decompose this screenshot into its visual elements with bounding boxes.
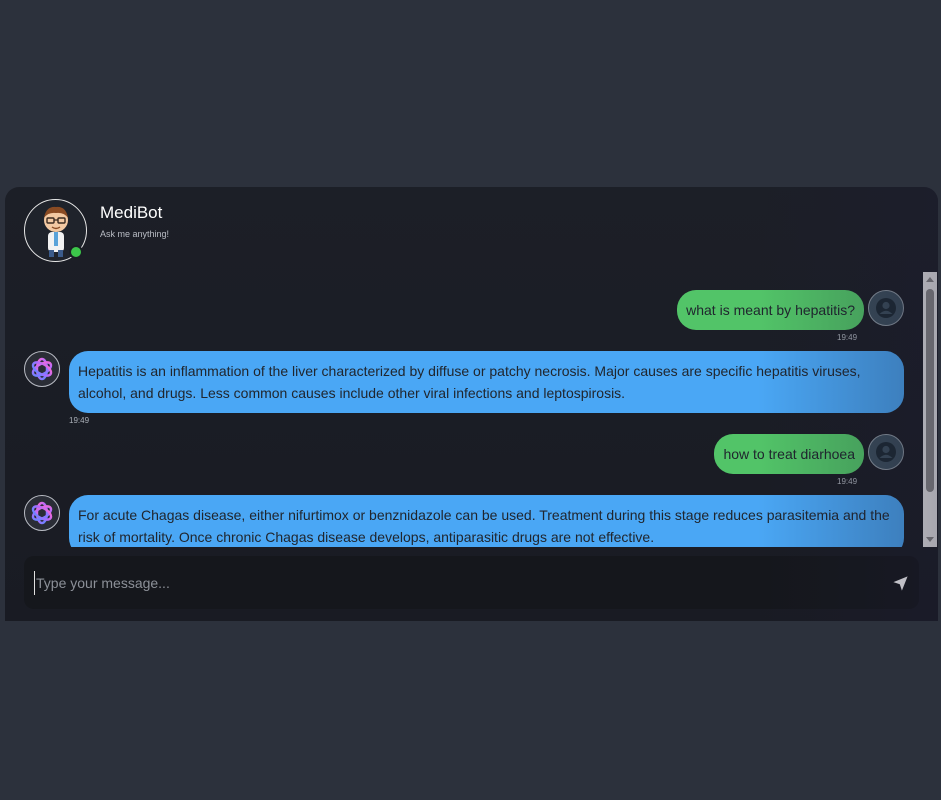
user-avatar (868, 434, 904, 470)
online-status-dot (69, 244, 83, 259)
message-scrollbar[interactable] (923, 272, 937, 547)
bot-message: For acute Chagas disease, either nifurti… (69, 495, 904, 547)
scroll-down-arrow-icon[interactable] (926, 537, 934, 542)
scroll-thumb[interactable] (926, 289, 934, 492)
message-timestamp: 19:49 (837, 333, 858, 342)
bot-avatar (24, 351, 60, 387)
bot-message-bubble: Hepatitis is an inflammation of the live… (69, 351, 904, 413)
user-message-bubble: what is meant by hepatitis? (677, 290, 864, 330)
bot-subtitle: Ask me anything! (100, 229, 170, 239)
chat-window: MediBot Ask me anything! what is meant b… (5, 187, 938, 621)
user-icon (876, 298, 896, 318)
user-icon (876, 442, 896, 462)
user-message: what is meant by hepatitis? (677, 290, 864, 330)
bot-message: Hepatitis is an inflammation of the live… (69, 351, 904, 413)
chat-header: MediBot Ask me anything! (24, 198, 169, 262)
user-message: how to treat diarhoea (714, 434, 864, 474)
ai-logo-icon (31, 357, 53, 381)
bot-avatar (24, 495, 60, 531)
message-list[interactable]: what is meant by hepatitis? 19:49 Hepati… (5, 272, 923, 547)
user-message-bubble: how to treat diarhoea (714, 434, 864, 474)
bot-name: MediBot (100, 203, 163, 222)
user-avatar (868, 290, 904, 326)
message-composer (24, 556, 919, 609)
send-icon (892, 575, 908, 591)
message-timestamp: 19:49 (837, 477, 858, 486)
ai-logo-icon (31, 501, 53, 525)
send-button[interactable] (889, 572, 911, 594)
scroll-up-arrow-icon[interactable] (926, 277, 934, 282)
message-input[interactable] (34, 571, 854, 595)
bot-message-bubble: For acute Chagas disease, either nifurti… (69, 495, 904, 547)
message-timestamp: 19:49 (69, 416, 90, 425)
bot-profile-avatar (24, 198, 87, 262)
header-title-block: MediBot Ask me anything! (100, 203, 169, 239)
